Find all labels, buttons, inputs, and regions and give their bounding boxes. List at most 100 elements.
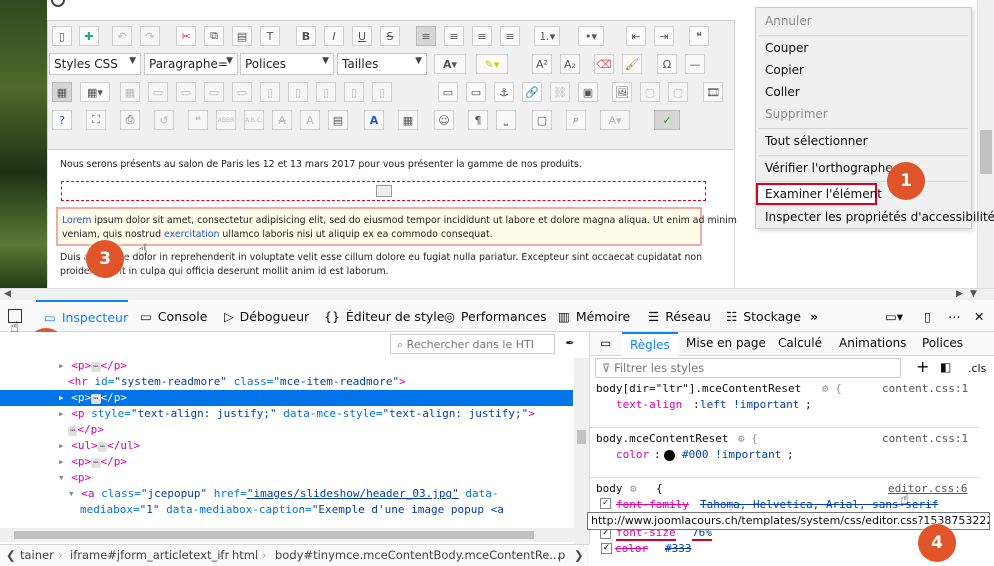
fonts-select[interactable]: Polices ▼ [240,53,334,75]
filter-styles-input[interactable]: ⊽ Filtrer les styles [595,358,901,378]
crumb-item[interactable]: p [558,548,565,562]
eyedropper-icon[interactable]: ✒ [566,335,574,350]
more-options-icon[interactable]: ⋯ [948,300,961,332]
editor-content[interactable]: Nous serons présents au salon de Paris l… [47,150,737,288]
tab-debugger[interactable]: ▷ Débogueur [224,300,309,332]
table-col-after-icon[interactable]: ▯ [288,82,308,102]
crumb-item[interactable]: iframe#jform_articletext_ifr [70,548,229,562]
indent-icon[interactable]: ⇥ [654,26,674,46]
table-row-before-icon[interactable]: ▭ [176,82,196,102]
table-icon[interactable]: ▦▾ [80,82,110,102]
template-icon[interactable]: ▦ [398,110,418,130]
crumb-forward-icon[interactable]: ❯ [574,548,584,562]
sizes-select[interactable]: Tailles ▼ [337,53,427,75]
prop-name[interactable]: text-align [616,398,682,411]
search-replace-icon[interactable]: ⌕ [566,110,586,130]
emoticon-icon[interactable]: ☺ [434,110,454,130]
spellcheck-icon[interactable]: ✓ [654,110,680,130]
image-icon[interactable]: 🖼 [612,82,632,102]
numbered-list-icon[interactable]: ⒈▾ [534,26,560,46]
menu-paste[interactable]: Coller [765,85,800,99]
markup-node[interactable]: <hr id="system-readmore" class="mce-item… [0,374,573,390]
bold-icon[interactable]: B [296,26,316,46]
blockquote-icon[interactable]: ❝ [689,26,709,46]
nonbreaking-icon[interactable]: ⎵ [496,110,516,130]
print-icon[interactable]: ⎙ [120,110,140,130]
tab-inspector[interactable]: ▭ Inspecteur [36,300,128,332]
tab-editor[interactable]: Éditeur [548,0,602,8]
highlight-color-icon[interactable]: ✎▾ [476,54,508,74]
rule-gear-icon[interactable]: ⚙ { [822,382,842,395]
undo-icon[interactable]: ↶ [112,26,132,46]
tab-animations[interactable]: Animations [839,336,906,350]
markup-node[interactable]: ⋯ </p> [0,422,573,438]
markup-node[interactable]: ▸ <p> ⋯ </p> [0,358,573,374]
italic-icon[interactable]: I [324,26,344,46]
scrollbar-thumb[interactable] [577,430,586,444]
new-template-icon[interactable]: ✚ [79,26,99,46]
subscript-icon[interactable]: A₂ [560,54,580,74]
acronym-icon[interactable]: A.B.C. [244,110,264,130]
align-justify-icon[interactable]: ≡ [416,26,436,46]
scrollbar-thumb[interactable] [980,130,992,174]
add-rule-icon[interactable]: + [916,357,929,376]
cite-icon[interactable]: ❝ [188,110,208,130]
responsive-icon[interactable]: ▯ [924,300,931,332]
scrollbar-thumb[interactable] [14,531,534,539]
text-color-icon[interactable]: A▾ [434,54,466,74]
help-icon[interactable]: ? [52,110,72,130]
table-col-delete-icon[interactable]: ▯ [316,82,336,102]
table-delete-icon[interactable]: ▦ [120,82,140,102]
underline-icon[interactable]: U [352,26,372,46]
tab-console[interactable]: ▭ Console [140,300,207,332]
show-blocks-icon[interactable]: ▦ [52,82,72,102]
horizontal-rule-icon[interactable]: — [685,54,705,74]
readmore-separator[interactable] [61,181,706,201]
eraser-icon[interactable]: ⌫ [594,54,614,74]
format-painter-icon[interactable]: 🖌 [622,54,642,74]
tab-layout[interactable]: Mise en page [686,336,766,350]
table-row-icon[interactable]: ▭ [148,82,168,102]
crumb-item[interactable]: html [232,548,258,562]
checkbox-icon[interactable]: ✓ [601,543,612,554]
color-swatch[interactable] [664,450,675,461]
tab-performance[interactable]: ◎ Performances [444,300,547,332]
unlink-icon[interactable]: ⛓ [550,82,570,102]
menu-inspect-element[interactable]: Examiner l'élément [756,183,882,205]
strikethrough-icon[interactable]: S [380,26,400,46]
fullscreen-icon[interactable]: ⛶ [86,110,106,130]
checkbox-icon[interactable]: ✓ [600,498,611,509]
align-center-icon[interactable]: ≡ [472,26,492,46]
visual-chars-icon[interactable]: A [364,110,384,130]
menu-spellcheck[interactable]: Vérifier l'orthographe [765,161,893,175]
prop-name-strike[interactable]: color [615,542,648,555]
menu-cut[interactable]: Couper [765,41,808,55]
attr-value-link[interactable]: "images/slideshow/header_03.jpg" [247,487,459,500]
media-icon[interactable]: ▢ [668,82,688,102]
paragraph-select[interactable]: Paragraphe= ▼ [144,53,238,75]
attributes-icon[interactable]: ▤ [328,110,348,130]
scroll-right-icon[interactable]: ▶ [956,289,963,299]
crumb-item[interactable]: body#tinymce.mceContentBody.mceContentRe… [275,548,560,562]
more-tabs-icon[interactable]: » [810,300,818,332]
video-icon[interactable]: 🎞 [703,82,723,102]
tab-fonts[interactable]: Polices [922,336,963,350]
table-col-before-icon[interactable]: ▯ [260,82,280,102]
tab-style-editor[interactable]: {} Éditeur de style [324,300,444,332]
special-char-icon[interactable]: Ω [657,54,677,74]
tab-computed[interactable]: Calculé [778,336,822,350]
paste-text-icon[interactable]: T [260,26,280,46]
tab-preview[interactable]: Preview [698,0,741,8]
del-icon[interactable]: A [272,110,292,130]
table-split-icon[interactable]: ▯ [344,82,364,102]
dock-layout-icon[interactable]: ▭▾ [885,300,903,332]
abbr-icon[interactable]: ABBR [216,110,236,130]
prop-name[interactable]: color [616,448,649,461]
prop-name[interactable]: font-family [616,498,689,511]
new-document-icon[interactable]: ▯ [52,26,72,46]
close-icon[interactable]: ✕ [974,300,984,332]
rule-gear-icon[interactable]: ⚙ [630,482,637,495]
rule-gear-icon[interactable]: ⚙ { [738,432,758,445]
code-icon[interactable]: ▣ [578,82,598,102]
text-case-icon[interactable]: A▾ [600,110,630,130]
